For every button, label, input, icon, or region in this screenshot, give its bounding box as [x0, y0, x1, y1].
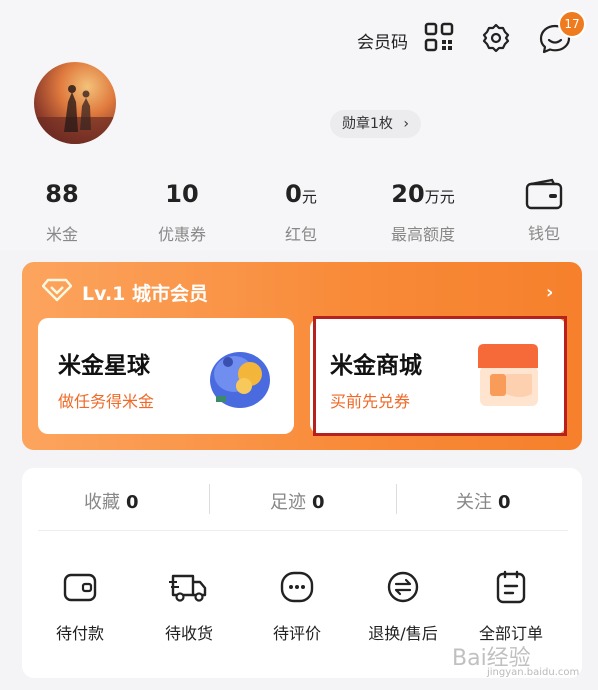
member-code-label[interactable]: 会员码	[357, 28, 408, 53]
stat-label: 红包	[284, 225, 317, 244]
exchange-icon	[387, 571, 419, 603]
favorites-count: 0	[126, 492, 139, 513]
order-pending-review[interactable]: 待评价	[252, 570, 342, 644]
message-count-badge: 17	[558, 10, 586, 38]
favorites-link[interactable]: 收藏 0	[84, 488, 139, 514]
order-label: 退换/售后	[368, 624, 438, 643]
chevron-right-icon[interactable]: ›	[546, 282, 553, 303]
sub-card-title: 米金星球	[58, 353, 150, 379]
wallet-payment-icon	[63, 573, 97, 602]
order-label: 待收货	[164, 624, 213, 643]
truck-icon	[169, 574, 207, 602]
medal-label: 勋章1枚	[342, 116, 393, 132]
following-count: 0	[498, 492, 511, 513]
diamond-icon	[42, 278, 72, 302]
medal-button[interactable]: 勋章1枚 ›	[330, 110, 421, 138]
favorites-label: 收藏	[84, 492, 120, 513]
sub-card-desc: 做任务得米金	[58, 392, 155, 411]
stat-value: 0	[285, 180, 302, 208]
planet-icon	[210, 352, 270, 408]
membership-level-title: Lv.1 城市会员	[82, 283, 208, 305]
settings-gear-icon[interactable]	[480, 22, 512, 54]
order-all[interactable]: 全部订单	[466, 570, 556, 644]
stat-label: 优惠券	[157, 225, 206, 244]
order-pending-delivery[interactable]: 待收货	[144, 570, 234, 644]
qr-code-icon[interactable]	[424, 22, 454, 52]
stat-coupons[interactable]: 10 优惠券	[142, 178, 222, 245]
following-label: 关注	[456, 492, 492, 513]
order-refund-aftersale[interactable]: 退换/售后	[358, 570, 448, 644]
stat-red-packet[interactable]: 0元 红包	[266, 178, 336, 245]
order-list-icon	[496, 570, 526, 604]
stats-row: 88 米金 10 优惠券 0元 红包 20万元 最高额度 钱包	[0, 178, 598, 248]
chevron-right-icon: ›	[403, 116, 409, 132]
stat-max-credit[interactable]: 20万元 最高额度	[378, 178, 468, 245]
highlight-box	[313, 316, 567, 436]
order-label: 待付款	[55, 624, 104, 643]
wallet-icon	[525, 178, 563, 210]
watermark-url: jingyan.baidu.com	[487, 667, 580, 678]
stat-label: 米金	[45, 225, 78, 244]
footprint-label: 足迹	[270, 492, 306, 513]
stat-value: 88	[45, 180, 79, 208]
stat-value: 10	[165, 180, 199, 208]
avatar[interactable]	[34, 62, 116, 144]
footprint-count: 0	[312, 492, 325, 513]
order-pending-payment[interactable]: 待付款	[35, 570, 125, 644]
mijin-planet-card[interactable]: 米金星球 做任务得米金	[38, 318, 294, 434]
stat-value: 20	[391, 180, 425, 208]
stat-unit: 万元	[424, 188, 455, 206]
stat-unit: 元	[301, 188, 317, 206]
following-link[interactable]: 关注 0	[456, 488, 511, 514]
review-face-icon	[280, 571, 314, 603]
stat-label: 最高额度	[390, 225, 455, 244]
stat-mijin[interactable]: 88 米金	[32, 178, 92, 245]
stat-wallet[interactable]: 钱包	[514, 178, 574, 244]
divider	[396, 484, 397, 514]
divider	[38, 530, 568, 531]
divider	[209, 484, 210, 514]
order-label: 待评价	[272, 624, 321, 643]
stat-label: 钱包	[527, 224, 560, 243]
footprint-link[interactable]: 足迹 0	[270, 488, 325, 514]
